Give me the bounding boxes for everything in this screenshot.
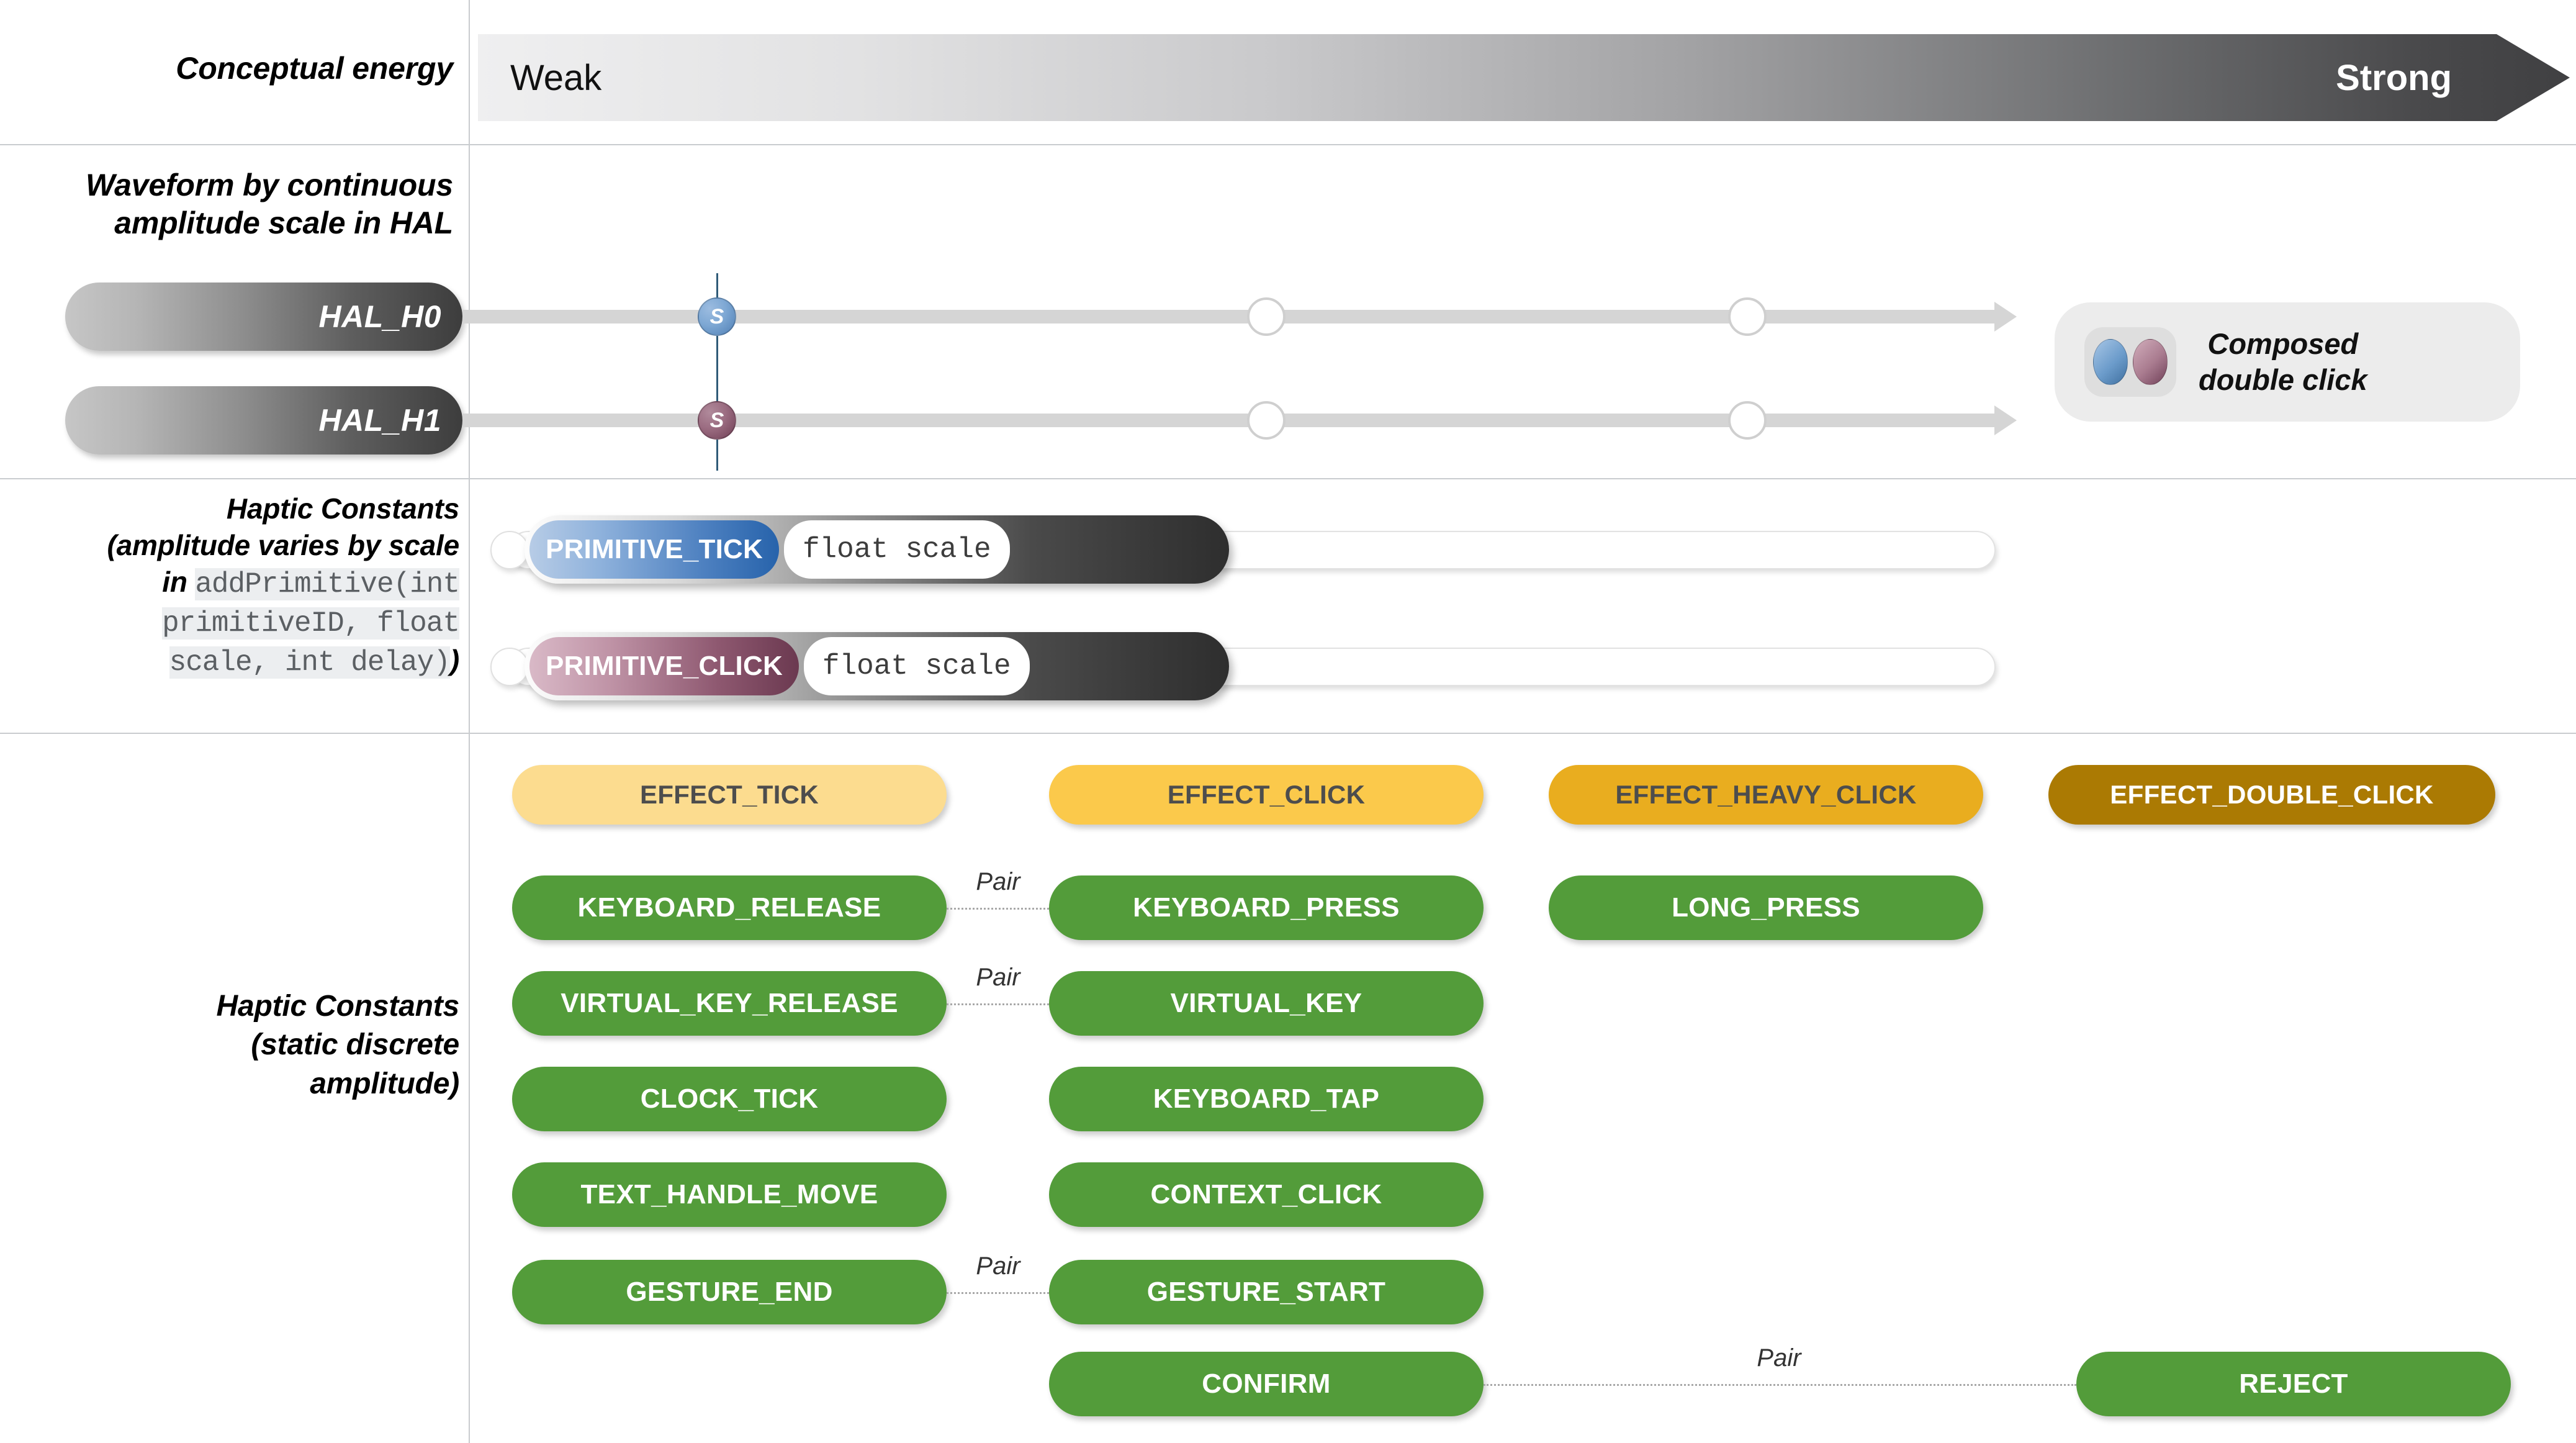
- composed-double-click-label: Composed double click: [2199, 326, 2367, 399]
- haptic-varies-code-1: addPrimitive(int: [195, 568, 460, 600]
- chip-keyboard-press[interactable]: KEYBOARD_PRESS: [1049, 875, 1484, 940]
- haptic-varies-code-2: primitiveID, float: [162, 607, 460, 640]
- section-divider-hal: [0, 478, 2576, 479]
- primitive-click-capsule[interactable]: PRIMITIVE_CLICK float scale: [525, 632, 1229, 700]
- waveform-row-label-line1: Waveform by continuous: [86, 168, 453, 202]
- pair-line-keyboard: [947, 908, 1049, 910]
- haptic-static-line1: Haptic Constants: [216, 990, 459, 1023]
- hal-h0-node-2[interactable]: [1247, 297, 1286, 336]
- composed-dot-blue-icon: [2093, 339, 2128, 385]
- haptic-varies-close-paren: ): [449, 643, 459, 676]
- haptic-varies-line3: in addPrimitive(int: [19, 564, 460, 603]
- section-divider-top: [0, 144, 2576, 145]
- pair-line-gesture: [947, 1292, 1049, 1294]
- column-divider: [469, 0, 470, 1443]
- haptic-varies-code-3: scale, int delay): [169, 646, 451, 679]
- composed-double-click-chip[interactable]: Composed double click: [2055, 302, 2520, 422]
- chip-gesture-start[interactable]: GESTURE_START: [1049, 1260, 1484, 1324]
- chip-virtual-key[interactable]: VIRTUAL_KEY: [1049, 971, 1484, 1036]
- hal-h0-pill[interactable]: HAL_H0: [65, 283, 462, 351]
- section-divider-prim: [0, 733, 2576, 734]
- haptic-varies-line5: scale, int delay)): [19, 642, 459, 681]
- haptic-static-line2: (static discrete: [251, 1028, 459, 1062]
- haptic-varies-row-label: Haptic Constants (amplitude varies by sc…: [19, 491, 460, 681]
- primitive-tick-label: PRIMITIVE_TICK: [529, 520, 779, 579]
- composed-label-line1: Composed: [2207, 327, 2359, 360]
- haptic-static-row-label: Haptic Constants (static discrete amplit…: [25, 987, 459, 1103]
- haptic-varies-in: in: [162, 565, 196, 598]
- hal-h0-marker-s[interactable]: S: [698, 297, 736, 336]
- pair-line-confirm-reject: [1484, 1384, 2076, 1386]
- chip-reject[interactable]: REJECT: [2076, 1352, 2511, 1416]
- primitive-click-label: PRIMITIVE_CLICK: [529, 637, 799, 695]
- pair-label-gesture: Pair: [976, 1252, 1020, 1280]
- waveform-row-label: Waveform by continuous amplitude scale i…: [25, 166, 453, 242]
- primitive-click-arg: float scale: [803, 637, 1030, 695]
- composed-dot-plum-icon: [2133, 339, 2168, 385]
- haptic-static-line3: amplitude): [310, 1067, 459, 1100]
- chip-effect-tick[interactable]: EFFECT_TICK: [512, 765, 947, 825]
- chip-context-click[interactable]: CONTEXT_CLICK: [1049, 1162, 1484, 1227]
- pair-label-confirm-reject: Pair: [1757, 1344, 1801, 1372]
- hal-h1-node-2[interactable]: [1247, 401, 1286, 440]
- primitive-click-slider-thumb[interactable]: [490, 648, 529, 686]
- conceptual-energy-arrow: Weak Strong: [478, 34, 2570, 121]
- energy-weak-label: Weak: [510, 57, 602, 98]
- chip-effect-double-click[interactable]: EFFECT_DOUBLE_CLICK: [2048, 765, 2495, 825]
- chip-effect-heavy-click[interactable]: EFFECT_HEAVY_CLICK: [1549, 765, 1983, 825]
- haptic-varies-line1: Haptic Constants: [226, 492, 459, 525]
- primitive-tick-capsule[interactable]: PRIMITIVE_TICK float scale: [525, 515, 1229, 584]
- haptic-varies-line4: primitiveID, float: [19, 603, 460, 642]
- chip-effect-click[interactable]: EFFECT_CLICK: [1049, 765, 1484, 825]
- pair-label-keyboard: Pair: [976, 868, 1020, 895]
- chip-gesture-end[interactable]: GESTURE_END: [512, 1260, 947, 1324]
- primitive-tick-slider-thumb[interactable]: [490, 531, 529, 569]
- chip-virtual-key-release[interactable]: VIRTUAL_KEY_RELEASE: [512, 971, 947, 1036]
- chip-confirm[interactable]: CONFIRM: [1049, 1352, 1484, 1416]
- hal-h1-node-3[interactable]: [1728, 401, 1767, 440]
- pair-line-virtual-key: [947, 1003, 1049, 1005]
- energy-strong-label: Strong: [2336, 57, 2452, 98]
- primitive-tick-arg: float scale: [783, 520, 1010, 579]
- composed-label-line2: double click: [2199, 363, 2367, 396]
- chip-text-handle-move[interactable]: TEXT_HANDLE_MOVE: [512, 1162, 947, 1227]
- hal-h0-node-3[interactable]: [1728, 297, 1767, 336]
- hal-h1-pill[interactable]: HAL_H1: [65, 386, 462, 455]
- hal-h1-marker-s[interactable]: S: [698, 401, 736, 440]
- chip-long-press[interactable]: LONG_PRESS: [1549, 875, 1983, 940]
- chip-keyboard-tap[interactable]: KEYBOARD_TAP: [1049, 1067, 1484, 1131]
- chip-keyboard-release[interactable]: KEYBOARD_RELEASE: [512, 875, 947, 940]
- waveform-row-label-line2: amplitude scale in HAL: [114, 206, 453, 240]
- chip-clock-tick[interactable]: CLOCK_TICK: [512, 1067, 947, 1131]
- conceptual-energy-label: Conceptual energy: [176, 51, 453, 86]
- composed-double-click-icon: [2084, 327, 2176, 397]
- pair-label-virtual-key: Pair: [976, 964, 1020, 991]
- haptic-varies-line2: (amplitude varies by scale: [107, 528, 459, 561]
